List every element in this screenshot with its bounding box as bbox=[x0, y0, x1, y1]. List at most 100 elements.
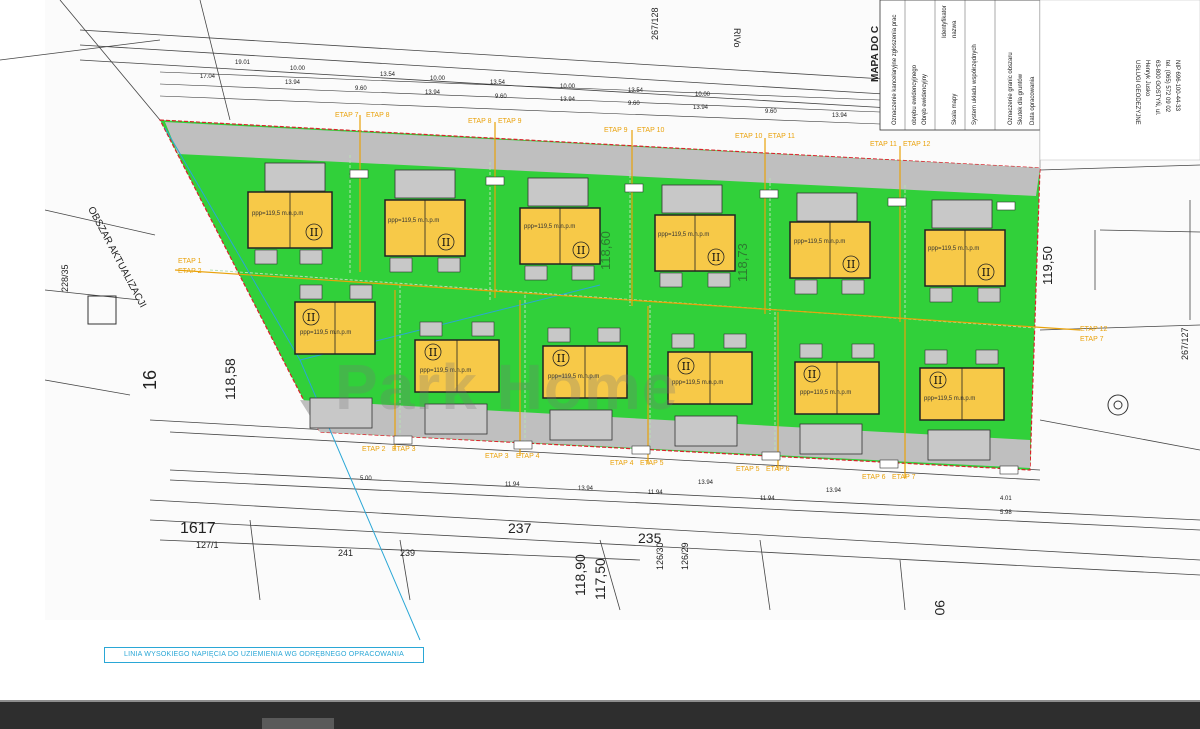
svg-text:ppp=119,5 m.n.p.m: ppp=119,5 m.n.p.m bbox=[658, 232, 709, 238]
etap-label: ETAP 9 bbox=[498, 118, 522, 125]
map-title: MAPA DO C bbox=[870, 25, 881, 82]
dim-bottom: 5.98 bbox=[1000, 510, 1012, 516]
etap-label: ETAP 6 bbox=[766, 466, 790, 473]
etap-label: ETAP 7 bbox=[892, 474, 916, 481]
svg-text:ppp=119,5 m.n.p.m: ppp=119,5 m.n.p.m bbox=[300, 330, 351, 336]
num-127-1: 127/1 bbox=[196, 540, 219, 550]
legend-row: Data opracowania bbox=[1030, 76, 1036, 125]
legend-row: Oznaczenie kancelaryjne zgłoszenia prac bbox=[892, 14, 898, 125]
etap-label: ETAP 1 bbox=[178, 258, 202, 265]
dim-bottom: 4.01 bbox=[1000, 496, 1012, 502]
num-237: 237 bbox=[508, 520, 532, 536]
num-241: 241 bbox=[338, 548, 354, 558]
etap-label: ETAP 8 bbox=[468, 118, 492, 125]
map-viewer: II II II II II II II II II II II II ppp=119,5 m.… bbox=[0, 0, 1200, 729]
etap-label: ETAP 3 bbox=[485, 453, 509, 460]
dim-top: 9.60 bbox=[628, 101, 640, 107]
company-line: USŁUGI GEODEZYJNE bbox=[1134, 60, 1140, 125]
svg-text:ppp=119,5 m.n.p.m: ppp=119,5 m.n.p.m bbox=[928, 246, 979, 252]
num-1617: 1617 bbox=[180, 520, 216, 537]
legend-row: Skutek dla gruntów bbox=[1018, 73, 1024, 125]
etap-label: ETAP 4 bbox=[516, 453, 540, 460]
company-line: tel. (065) 572 09 02 bbox=[1164, 60, 1170, 113]
company-line: Henryk Jusko bbox=[1144, 60, 1150, 97]
num-239: 239 bbox=[400, 548, 416, 558]
legend-row: obrębu ewidencyjnego bbox=[912, 64, 918, 125]
elev-11950: 119,50 bbox=[1040, 246, 1055, 285]
svg-text:ppp=119,5 m.n.p.m: ppp=119,5 m.n.p.m bbox=[388, 218, 439, 224]
svg-text:II: II bbox=[982, 266, 991, 279]
dim-top: 13.94 bbox=[560, 97, 576, 103]
etap-label: ETAP 10 bbox=[637, 127, 665, 134]
dim-top: 13.54 bbox=[628, 88, 644, 94]
elev-11858: 118,58 bbox=[222, 358, 238, 400]
svg-text:ppp=119,5 m.n.p.m: ppp=119,5 m.n.p.m bbox=[800, 390, 851, 396]
viewer-toolbar bbox=[0, 702, 1200, 729]
legend-row: Skala mapy bbox=[952, 93, 958, 125]
svg-text:II: II bbox=[442, 236, 451, 249]
etap-label: ETAP 10 bbox=[735, 133, 763, 140]
etap-label: ETAP 2 bbox=[178, 268, 202, 275]
etap-label: ETAP 2 bbox=[362, 446, 386, 453]
etap-label: ETAP 4 bbox=[610, 460, 634, 467]
dim-top: 10.00 bbox=[560, 84, 576, 90]
svg-text:II: II bbox=[577, 244, 586, 257]
etap-label: ETAP 8 bbox=[366, 112, 390, 119]
company-line: NIP 696-100-44-33 bbox=[1174, 60, 1180, 111]
svg-text:ppp=119,5 m.n.p.m: ppp=119,5 m.n.p.m bbox=[924, 396, 975, 402]
watermark: Park Home bbox=[335, 351, 679, 423]
dim-bottom: 13.94 bbox=[578, 486, 594, 492]
svg-text:II: II bbox=[307, 311, 316, 324]
hv-line-label: LINIA WYSOKIEGO NAPIĘCIA DO UZIEMIENIA W… bbox=[104, 647, 424, 663]
svg-text:II: II bbox=[847, 258, 856, 271]
etap-label: ETAP 12 bbox=[1080, 326, 1108, 333]
legend-row: Obręb ewidencyjny bbox=[922, 73, 928, 125]
svg-text:II: II bbox=[808, 368, 817, 381]
dim-top: 17.04 bbox=[200, 74, 216, 80]
svg-text:II: II bbox=[310, 226, 319, 239]
legend-row: System układu współrzędnych bbox=[972, 44, 978, 125]
svg-text:ppp=119,5 m.n.p.m: ppp=119,5 m.n.p.m bbox=[794, 239, 845, 245]
parcel-267-127: 267/127 bbox=[1180, 327, 1190, 360]
svg-text:ppp=119,5 m.n.p.m: ppp=119,5 m.n.p.m bbox=[524, 224, 575, 230]
etap-label: ETAP 12 bbox=[903, 141, 931, 148]
road-label: RIVo bbox=[732, 28, 742, 48]
dim-top: 13.54 bbox=[490, 80, 506, 86]
svg-text:II: II bbox=[682, 360, 691, 373]
etap-label: ETAP 5 bbox=[640, 460, 664, 467]
company-line: 63-800 GOSTYŃ, ul. bbox=[1154, 60, 1160, 116]
dim-top: 13.94 bbox=[285, 80, 301, 86]
num-90: 90 bbox=[932, 600, 948, 616]
dim-top: 10.00 bbox=[290, 66, 306, 72]
parcel-228: 228/35 bbox=[60, 264, 70, 292]
etap-label: ETAP 9 bbox=[604, 127, 628, 134]
elev-11890: 118,90 bbox=[572, 554, 588, 596]
legend-row: nazwa bbox=[952, 20, 958, 38]
etap-label: ETAP 11 bbox=[768, 133, 795, 140]
svg-text:II: II bbox=[712, 251, 721, 264]
etap-label: ETAP 11 bbox=[870, 141, 897, 148]
dim-top: 13.94 bbox=[693, 105, 709, 111]
dim-top: 9.60 bbox=[355, 86, 367, 92]
svg-text:II: II bbox=[934, 374, 943, 387]
svg-text:ppp=119,5 m.n.p.m: ppp=119,5 m.n.p.m bbox=[252, 211, 303, 217]
dim-top: 13.94 bbox=[832, 113, 848, 119]
dim-top: 10.00 bbox=[430, 76, 446, 82]
viewer-scroll-thumb[interactable] bbox=[262, 718, 334, 729]
num-126-29: 126/29 bbox=[680, 542, 690, 570]
etap-label: ETAP 7 bbox=[335, 112, 359, 119]
etap-label: ETAP 6 bbox=[862, 474, 886, 481]
legend-row: Oznaczenie granic obszaru bbox=[1008, 52, 1014, 125]
dim-top: 9.60 bbox=[495, 94, 507, 100]
legend-row: Identyfikator bbox=[942, 5, 948, 38]
elev-11873: 118,73 bbox=[735, 243, 750, 282]
etap-label: ETAP 7 bbox=[1080, 336, 1104, 343]
dim-top: 13.54 bbox=[380, 72, 396, 78]
dim-bottom: 11.94 bbox=[505, 482, 520, 488]
dim-bottom: 13.94 bbox=[826, 488, 842, 494]
dim-bottom: 13.94 bbox=[698, 480, 714, 486]
svg-text:ppp=119,5 m.n.p.m: ppp=119,5 m.n.p.m bbox=[672, 380, 723, 386]
num-126-30: 126/30 bbox=[655, 542, 665, 570]
dim-top: 19.01 bbox=[235, 60, 251, 66]
elev-11750: 117,50 bbox=[592, 558, 608, 600]
